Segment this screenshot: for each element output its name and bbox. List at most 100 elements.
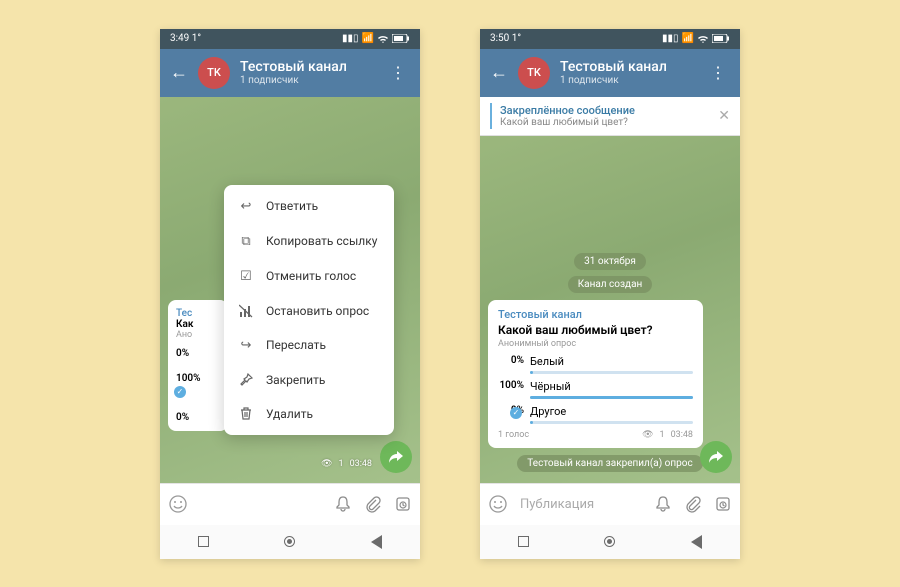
signal-icon: ▮▮▯ [662,33,679,44]
views-count: 1 [339,459,344,469]
battery-icon [712,34,730,43]
phone-right: 3:50 1° ▮▮▯ 📶 ← TK Тестовый канал 1 подп… [480,29,740,559]
poll-option[interactable]: 100% ✓ Чёрный [498,380,693,399]
input-bar: Публикация [480,483,740,525]
status-time: 3:50 1° [490,33,521,44]
signal-icon: 📶 [362,33,374,44]
chat-header: ← TK Тестовый канал 1 подписчик ⋮ [480,49,740,97]
avatar[interactable]: TK [198,57,230,89]
share-fab[interactable] [700,441,732,473]
android-navbar [160,525,420,559]
more-button[interactable]: ⋮ [706,63,730,82]
context-menu: ↩ Ответить ⧉ Копировать ссылку ☑ Отменит… [224,185,394,435]
vote-count: 1 голос [498,430,529,440]
trash-icon [238,407,254,420]
chat-subtitle: 1 подписчик [560,75,696,86]
poll-option-label: Белый [530,355,564,368]
menu-cancel-vote[interactable]: ☑ Отменить голос [224,259,394,294]
pinned-indicator [490,103,492,129]
msg-time: 03:48 [671,430,693,440]
menu-label: Закрепить [266,373,325,387]
back-nav-button[interactable] [691,535,702,549]
more-button[interactable]: ⋮ [386,63,410,82]
battery-icon [392,34,410,43]
service-message: Канал создан [568,276,653,293]
signal-icon: ▮▮▯ [342,33,359,44]
chat-subtitle: 1 подписчик [240,75,376,86]
forward-icon: ↪ [238,338,254,353]
home-button[interactable] [284,536,295,547]
emoji-icon[interactable] [488,494,508,514]
poll-row-partial: 0% [176,348,220,359]
wifi-icon [377,34,389,44]
menu-delete[interactable]: Удалить [224,397,394,431]
menu-label: Ответить [266,199,318,213]
msg-question-partial: Как [176,319,220,330]
pinned-message-bar[interactable]: Закреплённое сообщение Какой ваш любимый… [480,97,740,136]
home-button[interactable] [604,536,615,547]
header-title-block[interactable]: Тестовый канал 1 подписчик [240,59,376,86]
schedule-icon[interactable] [714,495,732,513]
menu-reply[interactable]: ↩ Ответить [224,189,394,224]
msg-footer: 1 голос 👁 1 03:48 [498,430,693,440]
poll-percent: 0% [498,355,524,366]
vote-check-icon: ✓ [510,407,522,419]
attach-icon[interactable] [364,495,382,513]
cancel-vote-icon: ☑ [238,269,254,284]
menu-label: Отменить голос [266,269,356,283]
phone-left: 3:49 1° ▮▮▯ 📶 ← TK Тестовый канал 1 подп… [160,29,420,559]
poll-message-partial[interactable]: Тес Как Ано 0% 100% ✓ 0% [168,300,228,431]
recent-apps-button[interactable] [518,536,529,547]
msg-polltype-partial: Ано [176,330,220,340]
poll-message[interactable]: Тестовый канал Какой ваш любимый цвет? А… [488,300,703,448]
menu-copy-link[interactable]: ⧉ Копировать ссылку [224,224,394,259]
msg-time: 03:48 [350,459,372,469]
date-chip: 31 октября [574,253,646,270]
poll-row-partial: 0% [176,412,220,423]
share-fab[interactable] [380,441,412,473]
msg-channel-name: Тестовый канал [498,308,693,321]
poll-option[interactable]: 0% Белый [498,355,693,374]
menu-label: Остановить опрос [266,304,369,318]
status-bar: 3:49 1° ▮▮▯ 📶 [160,29,420,49]
poll-row-partial: 100% [176,373,220,384]
attach-icon[interactable] [684,495,702,513]
poll-option-label: Другое [530,405,566,418]
chat-header: ← TK Тестовый канал 1 подписчик ⋮ [160,49,420,97]
bell-icon[interactable] [654,495,672,513]
menu-stop-poll[interactable]: Остановить опрос [224,294,394,328]
compose-input[interactable]: Публикация [520,497,642,512]
back-button[interactable]: ← [170,62,188,83]
status-time: 3:49 1° [170,33,201,44]
views-icon: 👁 [642,430,653,440]
poll-option[interactable]: 0% Другое [498,405,693,424]
header-title-block[interactable]: Тестовый канал 1 подписчик [560,59,696,86]
link-icon: ⧉ [238,234,254,249]
recent-apps-button[interactable] [198,536,209,547]
chat-body: 31 октября Канал создан Тестовый канал К… [480,136,740,483]
menu-forward[interactable]: ↪ Переслать [224,328,394,363]
stop-poll-icon [238,304,254,318]
vote-check-icon: ✓ [174,386,186,398]
input-bar [160,483,420,525]
reply-icon: ↩ [238,199,254,214]
schedule-icon[interactable] [394,495,412,513]
close-icon[interactable]: ✕ [718,108,730,124]
android-navbar [480,525,740,559]
back-nav-button[interactable] [371,535,382,549]
menu-pin[interactable]: Закрепить [224,363,394,397]
status-icons: ▮▮▯ 📶 [342,33,410,44]
bell-icon[interactable] [334,495,352,513]
chat-title: Тестовый канал [560,59,696,75]
emoji-icon[interactable] [168,494,188,514]
poll-type: Анонимный опрос [498,339,693,349]
msg-channel-partial: Тес [176,308,220,319]
wifi-icon [697,34,709,44]
back-button[interactable]: ← [490,62,508,83]
service-message: Тестовый канал закрепил(а) опрос [517,455,702,472]
pin-icon [238,373,254,386]
avatar[interactable]: TK [518,57,550,89]
status-icons: ▮▮▯ 📶 [662,33,730,44]
chat-title: Тестовый канал [240,59,376,75]
pinned-title: Закреплённое сообщение [500,104,718,117]
